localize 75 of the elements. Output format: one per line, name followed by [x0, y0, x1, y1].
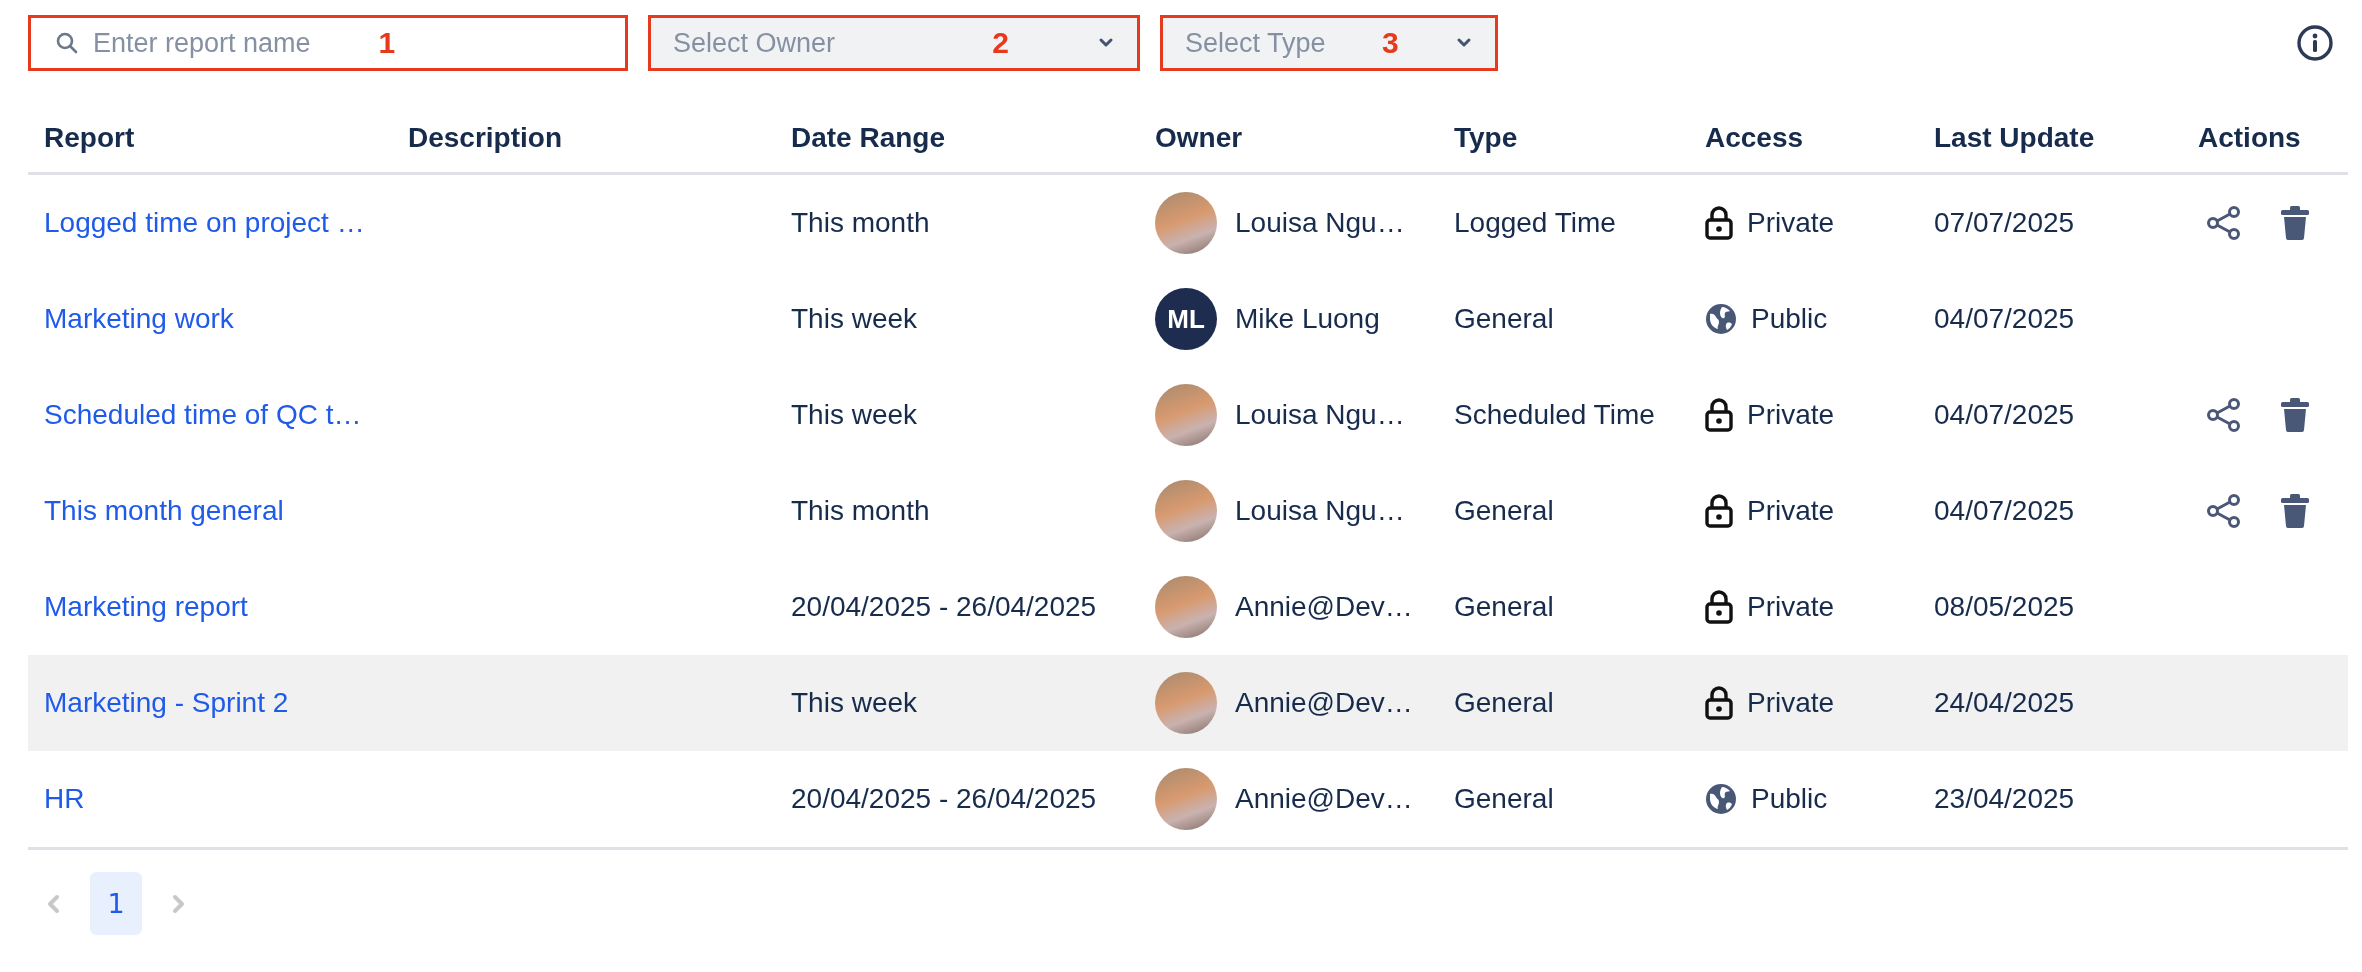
last-update-text: 04/07/2025 — [1934, 495, 2075, 527]
access-text: Private — [1747, 399, 1835, 431]
trash-icon[interactable] — [2280, 398, 2310, 432]
last-update-text: 24/04/2025 — [1934, 687, 2075, 719]
column-header: Access — [1704, 122, 1805, 154]
type-text: General — [1454, 303, 1554, 335]
lock-icon — [1705, 686, 1733, 720]
share-icon[interactable] — [2206, 397, 2242, 433]
last-update-text: 04/07/2025 — [1934, 303, 2075, 335]
date-range-text: This month — [791, 207, 930, 239]
date-range-text: This week — [791, 687, 918, 719]
trash-icon[interactable] — [2280, 494, 2310, 528]
report-link[interactable]: HR — [44, 783, 85, 815]
lock-icon — [1705, 494, 1733, 528]
trash-icon[interactable] — [2280, 206, 2310, 240]
column-header: Date Range — [790, 122, 947, 154]
column-header: Last Update — [1933, 122, 2096, 154]
column-header: Report — [43, 122, 136, 154]
annotation-number: 1 — [378, 26, 396, 60]
date-range-text: 20/04/2025 - 26/04/2025 — [791, 783, 1097, 815]
access-text: Private — [1747, 687, 1835, 719]
date-range-text: This week — [791, 303, 918, 335]
access-text: Private — [1747, 591, 1835, 623]
owner-name: Louisa Ngu… — [1235, 495, 1405, 527]
info-icon[interactable] — [2296, 24, 2334, 62]
type-text: General — [1454, 783, 1554, 815]
annotation-number: 2 — [992, 26, 1009, 60]
type-text: General — [1454, 495, 1554, 527]
globe-icon — [1705, 303, 1737, 335]
type-text: Scheduled Time — [1454, 399, 1655, 431]
annotation-number: 3 — [1381, 26, 1399, 60]
search-field[interactable]: Enter report name 1 — [28, 15, 628, 71]
date-range-text: 20/04/2025 - 26/04/2025 — [791, 591, 1097, 623]
report-link[interactable]: This month general — [44, 495, 284, 527]
last-update-text: 23/04/2025 — [1934, 783, 2075, 815]
date-range-text: This week — [791, 399, 918, 431]
access-text: Private — [1747, 495, 1835, 527]
column-header: Actions — [2197, 122, 2302, 154]
avatar: ML — [1155, 288, 1217, 350]
owner-name: Annie@Dev… — [1235, 687, 1413, 719]
access-text: Private — [1747, 207, 1835, 239]
access-text: Public — [1751, 303, 1828, 335]
lock-icon — [1705, 398, 1733, 432]
column-header: Type — [1453, 122, 1519, 154]
date-range-text: This month — [791, 495, 930, 527]
chevron-down-icon — [1097, 37, 1115, 49]
column-header: Description — [407, 122, 564, 154]
report-link[interactable]: Marketing report — [44, 591, 248, 623]
search-icon — [55, 31, 79, 55]
type-dropdown[interactable]: Select Type 3 — [1160, 15, 1498, 71]
page-button[interactable]: 1 — [90, 872, 142, 935]
owner-name: Louisa Ngu… — [1235, 399, 1405, 431]
owner-name: Louisa Ngu… — [1235, 207, 1405, 239]
report-link[interactable]: Scheduled time of QC t… — [44, 399, 362, 431]
type-text: General — [1454, 687, 1554, 719]
report-link[interactable]: Marketing - Sprint 2 — [44, 687, 289, 719]
lock-icon — [1705, 206, 1733, 240]
type-text: General — [1454, 591, 1554, 623]
type-text: Logged Time — [1454, 207, 1616, 239]
share-icon[interactable] — [2206, 205, 2242, 241]
owner-name: Annie@Dev… — [1235, 783, 1413, 815]
report-link[interactable]: Marketing work — [44, 303, 234, 335]
share-icon[interactable] — [2206, 493, 2242, 529]
last-update-text: 08/05/2025 — [1934, 591, 2075, 623]
owner-name: Annie@Dev… — [1235, 591, 1413, 623]
report-link[interactable]: Logged time on project … — [44, 207, 365, 239]
chevron-down-icon — [1455, 37, 1473, 49]
owner-dropdown[interactable]: Select Owner 2 — [648, 15, 1140, 71]
globe-icon — [1705, 783, 1737, 815]
lock-icon — [1705, 590, 1733, 624]
owner-name: Mike Luong — [1235, 303, 1380, 335]
column-header: Owner — [1154, 122, 1244, 154]
last-update-text: 07/07/2025 — [1934, 207, 2075, 239]
access-text: Public — [1751, 783, 1828, 815]
last-update-text: 04/07/2025 — [1934, 399, 2075, 431]
